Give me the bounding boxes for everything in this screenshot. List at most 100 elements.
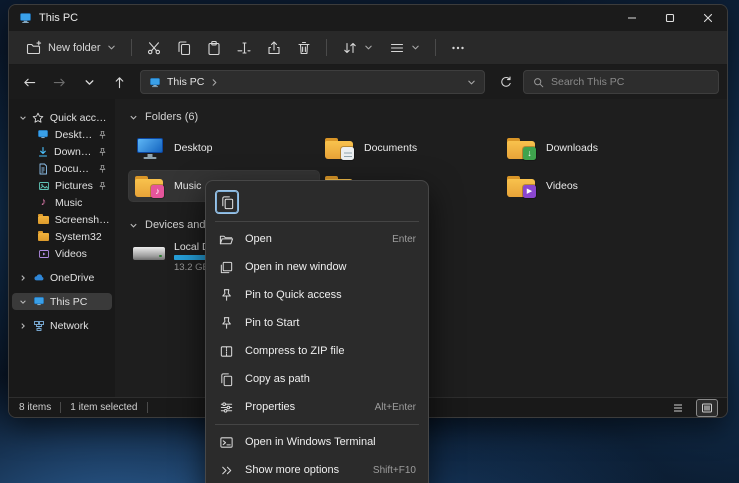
sidebar-item-desktop[interactable]: Desktop	[12, 126, 112, 143]
menu-item-pin-to-start[interactable]: Pin to Start	[206, 309, 428, 337]
address-bar[interactable]: This PC	[140, 70, 485, 94]
status-divider	[147, 402, 148, 413]
large-thumbnails-view-button[interactable]	[697, 400, 717, 416]
share-button[interactable]	[260, 35, 288, 61]
chevron-double-right-icon	[218, 463, 234, 478]
desktop: This PC New folder	[0, 0, 739, 483]
pin-icon	[98, 130, 107, 140]
sidebar: Quick access Desktop Downloads Documents	[9, 99, 115, 397]
desktop-folder-icon	[135, 136, 165, 160]
paste-button[interactable]	[200, 35, 228, 61]
sidebar-item-system32[interactable]: System32	[12, 228, 112, 245]
toolbar-separator	[326, 39, 327, 56]
recent-locations-button[interactable]	[77, 70, 102, 95]
details-view-button[interactable]	[668, 400, 688, 416]
folder-tile-label: Downloads	[546, 142, 598, 154]
sidebar-item-network[interactable]: Network	[12, 317, 112, 334]
menu-item-open-in-windows-terminal[interactable]: Open in Windows Terminal	[206, 428, 428, 456]
menu-item-label: Pin to Quick access	[245, 289, 342, 301]
rename-button[interactable]	[230, 35, 258, 61]
folder-tile-documents[interactable]: Documents	[319, 133, 501, 163]
refresh-button[interactable]	[493, 70, 518, 95]
music-icon: ♪	[37, 197, 50, 208]
menu-item-pin-to-quick-access[interactable]: Pin to Quick access	[206, 281, 428, 309]
sidebar-item-label: Screenshots	[55, 214, 112, 226]
address-dropdown-icon[interactable]	[467, 78, 476, 87]
more-options-button[interactable]	[444, 35, 472, 61]
sidebar-item-label: Documents	[54, 163, 93, 175]
new-window-icon	[218, 260, 234, 275]
delete-button[interactable]	[290, 35, 318, 61]
new-folder-icon	[26, 40, 42, 56]
folder-icon	[37, 233, 50, 241]
sidebar-item-music[interactable]: ♪ Music	[12, 194, 112, 211]
menu-item-label: Copy as path	[245, 373, 310, 385]
sidebar-item-label: Network	[50, 320, 89, 332]
minimize-button[interactable]	[613, 5, 651, 31]
back-button[interactable]	[17, 70, 42, 95]
pictures-icon	[37, 180, 50, 192]
chevron-right-icon	[19, 274, 27, 282]
menu-item-label: Pin to Start	[245, 317, 299, 329]
folder-tile-downloads[interactable]: ↓ Downloads	[501, 133, 683, 163]
menu-item-copy-as-path[interactable]: Copy as path	[206, 365, 428, 393]
menu-item-open-in-new-window[interactable]: Open in new window	[206, 253, 428, 281]
sidebar-item-videos[interactable]: Videos	[12, 245, 112, 262]
forward-button[interactable]	[47, 70, 72, 95]
breadcrumb[interactable]: This PC	[167, 76, 204, 88]
sort-button[interactable]	[335, 35, 380, 61]
menu-separator	[215, 221, 419, 222]
network-icon	[32, 320, 45, 332]
menu-item-properties[interactable]: Properties Alt+Enter	[206, 393, 428, 421]
menu-separator	[215, 424, 419, 425]
menu-item-label: Open in new window	[245, 261, 347, 273]
copy-button[interactable]	[215, 190, 239, 214]
cut-button[interactable]	[140, 35, 168, 61]
menu-item-label: Open in Windows Terminal	[245, 436, 376, 448]
menu-item-open[interactable]: Open Enter	[206, 225, 428, 253]
document-icon	[37, 163, 49, 175]
sidebar-item-this-pc[interactable]: This PC	[12, 293, 112, 310]
copy-button[interactable]	[170, 35, 198, 61]
videos-folder-icon: ▶	[507, 174, 537, 198]
folder-tile-videos[interactable]: ▶ Videos	[501, 171, 683, 201]
menu-item-compress-to-zip[interactable]: Compress to ZIP file	[206, 337, 428, 365]
sidebar-item-pictures[interactable]: Pictures	[12, 177, 112, 194]
chevron-down-icon	[107, 43, 116, 52]
chevron-down-icon	[364, 43, 373, 52]
sidebar-item-screenshots[interactable]: Screenshots	[12, 211, 112, 228]
music-folder-icon: ♪	[135, 174, 165, 198]
view-button[interactable]	[382, 35, 427, 61]
sidebar-item-label: Pictures	[55, 180, 93, 192]
sidebar-item-label: This PC	[50, 296, 87, 308]
sidebar-item-label: Quick access	[50, 112, 112, 124]
onedrive-icon	[32, 272, 45, 283]
search-box[interactable]	[523, 70, 719, 94]
up-button[interactable]	[107, 70, 132, 95]
titlebar[interactable]: This PC	[9, 5, 727, 31]
sidebar-item-label: System32	[55, 231, 102, 243]
pin-icon	[98, 147, 107, 157]
documents-folder-icon	[325, 136, 355, 160]
sidebar-item-documents[interactable]: Documents	[12, 160, 112, 177]
pin-icon	[98, 164, 107, 174]
maximize-button[interactable]	[651, 5, 689, 31]
folder-icon	[37, 216, 50, 224]
chevron-down-icon	[129, 113, 138, 122]
chevron-right-icon[interactable]	[210, 78, 219, 87]
navigation-bar: This PC	[9, 65, 727, 99]
folder-tile-desktop[interactable]: Desktop	[129, 133, 319, 163]
sidebar-item-quick-access[interactable]: Quick access	[12, 109, 112, 126]
downloads-folder-icon: ↓	[507, 136, 537, 160]
new-folder-button[interactable]: New folder	[19, 35, 123, 61]
this-pc-icon	[32, 296, 45, 307]
view-icon	[389, 40, 405, 56]
menu-item-label: Compress to ZIP file	[245, 345, 344, 357]
search-input[interactable]	[551, 76, 710, 88]
folders-section-header[interactable]: Folders (6)	[129, 107, 721, 127]
sidebar-item-downloads[interactable]: Downloads	[12, 143, 112, 160]
menu-item-show-more-options[interactable]: Show more options Shift+F10	[206, 456, 428, 483]
close-button[interactable]	[689, 5, 727, 31]
properties-icon	[218, 400, 234, 415]
sidebar-item-onedrive[interactable]: OneDrive	[12, 269, 112, 286]
